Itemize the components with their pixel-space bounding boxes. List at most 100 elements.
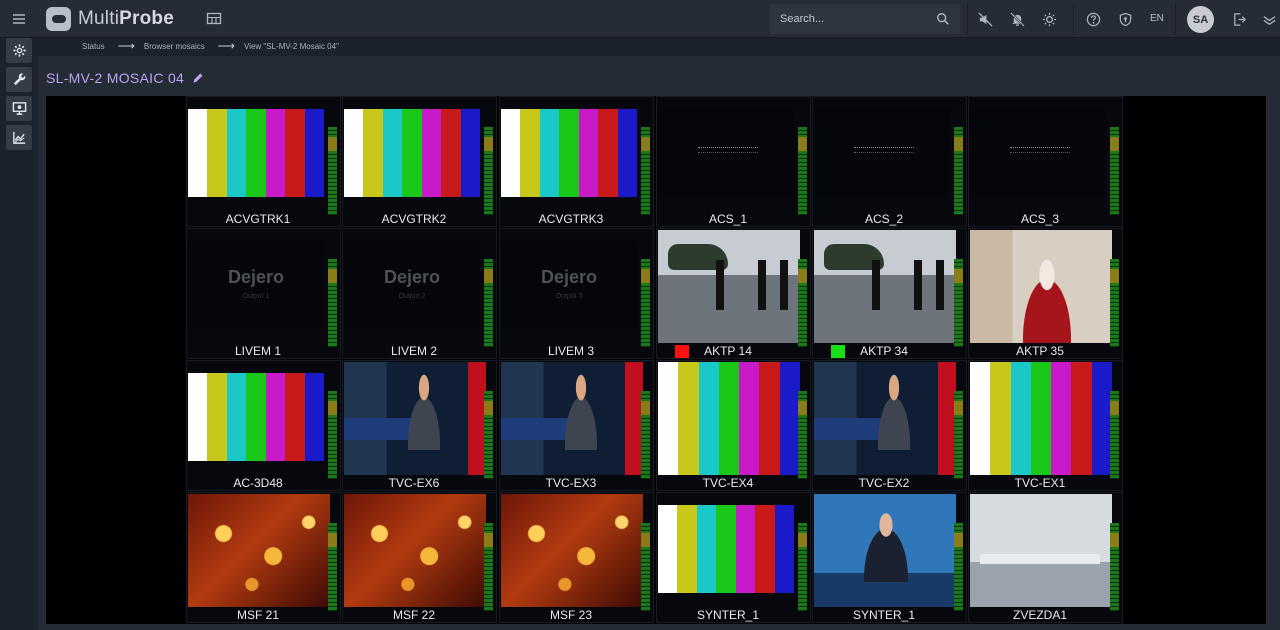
audio-peak-indicator — [328, 137, 337, 151]
color-bar — [678, 362, 699, 475]
mosaic-tile[interactable]: MSF 22 — [342, 492, 497, 623]
search-box — [770, 4, 960, 34]
mosaic-tile[interactable]: AC-3D48 — [186, 360, 341, 491]
color-bar — [658, 362, 679, 475]
tile-label: LIVEM 2 — [390, 344, 438, 358]
mosaic-tile[interactable]: AKTP 14 — [656, 228, 811, 359]
color-bars — [970, 362, 1112, 475]
color-bar — [226, 373, 247, 461]
sidebar-item-settings[interactable] — [6, 38, 32, 63]
language-selector[interactable]: EN — [1150, 13, 1164, 24]
breadcrumb-status[interactable]: Status — [82, 42, 105, 51]
person-figure — [936, 260, 944, 310]
color-bar — [441, 109, 461, 197]
slate-caption — [854, 147, 914, 153]
color-bars — [344, 109, 480, 197]
mosaic-tile[interactable]: TVC-EX1 — [968, 360, 1123, 491]
mosaic-tile[interactable]: SYNTER_1 — [656, 492, 811, 623]
mosaic-tile[interactable]: ACS_3 — [968, 96, 1123, 227]
color-bar — [207, 373, 227, 461]
page-title: SL-MV-2 MOSAIC 04 — [46, 70, 204, 86]
breadcrumb-browser-mosaics[interactable]: Browser mosaics — [144, 42, 205, 51]
interview-video-frame — [970, 230, 1112, 343]
mosaic-tile[interactable]: Dejero Output 2 LIVEM 2 — [342, 228, 497, 359]
sidebar-item-monitor[interactable] — [6, 96, 32, 121]
audio-peak-indicator — [328, 269, 337, 283]
video-thumbnail — [188, 494, 330, 607]
logout-icon[interactable] — [1231, 11, 1247, 27]
mosaic-tile[interactable]: AKTP 34 — [812, 228, 967, 359]
audio-peak-indicator — [954, 269, 963, 283]
color-bar — [718, 362, 740, 475]
video-thumbnail: Dejero Output 2 — [344, 241, 480, 329]
color-bar — [246, 109, 266, 197]
news-video-frame — [501, 362, 643, 475]
color-bar — [1091, 362, 1112, 475]
mosaic-tile[interactable]: ZVEZDA1 — [968, 492, 1123, 623]
mosaic-tile[interactable]: ACVGTRK1 — [186, 96, 341, 227]
audio-level-meter — [954, 127, 963, 215]
video-thumbnail: Dejero Output 1 — [188, 241, 324, 329]
brightness-icon[interactable] — [1041, 11, 1057, 27]
mosaic-tile[interactable]: ACS_2 — [812, 96, 967, 227]
mute-sound-icon[interactable] — [977, 11, 993, 27]
hamburger-menu-icon[interactable] — [8, 8, 30, 30]
mosaic-tile[interactable]: Dejero Output 1 LIVEM 1 — [186, 228, 341, 359]
chart-icon — [12, 131, 25, 144]
pencil-edit-icon[interactable] — [192, 72, 204, 84]
color-bar — [402, 109, 422, 197]
color-bar — [739, 362, 760, 475]
color-bar — [188, 109, 208, 197]
tile-label: LIVEM 1 — [234, 344, 282, 358]
color-bar — [735, 505, 756, 593]
video-thumbnail — [188, 373, 324, 461]
video-thumbnail — [501, 109, 637, 197]
mosaic-tile[interactable]: ACS_1 — [656, 96, 811, 227]
notifications-off-icon[interactable] — [1009, 11, 1025, 27]
app-logo[interactable]: MultiProbe — [46, 7, 174, 31]
audio-level-meter — [798, 259, 807, 347]
mosaic-tile[interactable]: ACVGTRK2 — [342, 96, 497, 227]
mosaic-tile[interactable]: MSF 21 — [186, 492, 341, 623]
person-figure — [854, 506, 918, 582]
user-avatar[interactable]: SA — [1187, 6, 1214, 33]
studio-video-frame — [970, 494, 1112, 607]
app-name: MultiProbe — [78, 8, 174, 29]
expand-toggle-icon[interactable] — [1261, 11, 1277, 27]
mosaic-tile[interactable]: TVC-EX4 — [656, 360, 811, 491]
search-input[interactable] — [770, 4, 930, 34]
dashboard-grid-icon[interactable] — [206, 11, 222, 27]
tile-label: ACVGTRK2 — [381, 212, 447, 226]
wrench-icon — [13, 73, 25, 86]
color-bar — [774, 505, 794, 593]
mosaic-tile[interactable]: TVC-EX6 — [342, 360, 497, 491]
color-bar — [207, 109, 227, 197]
mosaic-tile[interactable]: Dejero Output 3 LIVEM 3 — [499, 228, 654, 359]
audio-level-meter — [641, 259, 650, 347]
mosaic-tile[interactable]: TVC-EX3 — [499, 360, 654, 491]
video-thumbnail — [814, 230, 956, 343]
dejero-logo: Dejero — [540, 267, 598, 287]
stars-video-frame — [501, 494, 643, 607]
sidebar-item-tools[interactable] — [6, 67, 32, 92]
help-icon[interactable] — [1085, 11, 1101, 27]
mosaic-tile[interactable]: ACVGTRK3 — [499, 96, 654, 227]
arrow-right-icon: ⟶ — [217, 39, 235, 53]
tile-label: AC-3D48 — [233, 476, 283, 490]
audio-peak-indicator — [1110, 269, 1119, 283]
audio-level-meter — [954, 259, 963, 347]
search-icon[interactable] — [936, 12, 950, 26]
mosaic-tile[interactable]: MSF 23 — [499, 492, 654, 623]
sidebar-item-statistics[interactable] — [6, 125, 32, 150]
video-thumbnail — [814, 362, 956, 475]
color-bar — [460, 109, 480, 197]
tile-label: MSF 23 — [549, 608, 592, 622]
mosaic-tile[interactable]: SYNTER_1 — [812, 492, 967, 623]
video-thumbnail — [970, 362, 1112, 475]
color-bar — [1071, 362, 1092, 475]
security-shield-icon[interactable] — [1117, 11, 1133, 27]
audio-peak-indicator — [484, 137, 493, 151]
mosaic-tile[interactable]: TVC-EX2 — [812, 360, 967, 491]
mosaic-tile[interactable]: AKTP 35 — [968, 228, 1123, 359]
breadcrumb-current-view: View "SL-MV-2 Mosaic 04" — [244, 41, 339, 51]
